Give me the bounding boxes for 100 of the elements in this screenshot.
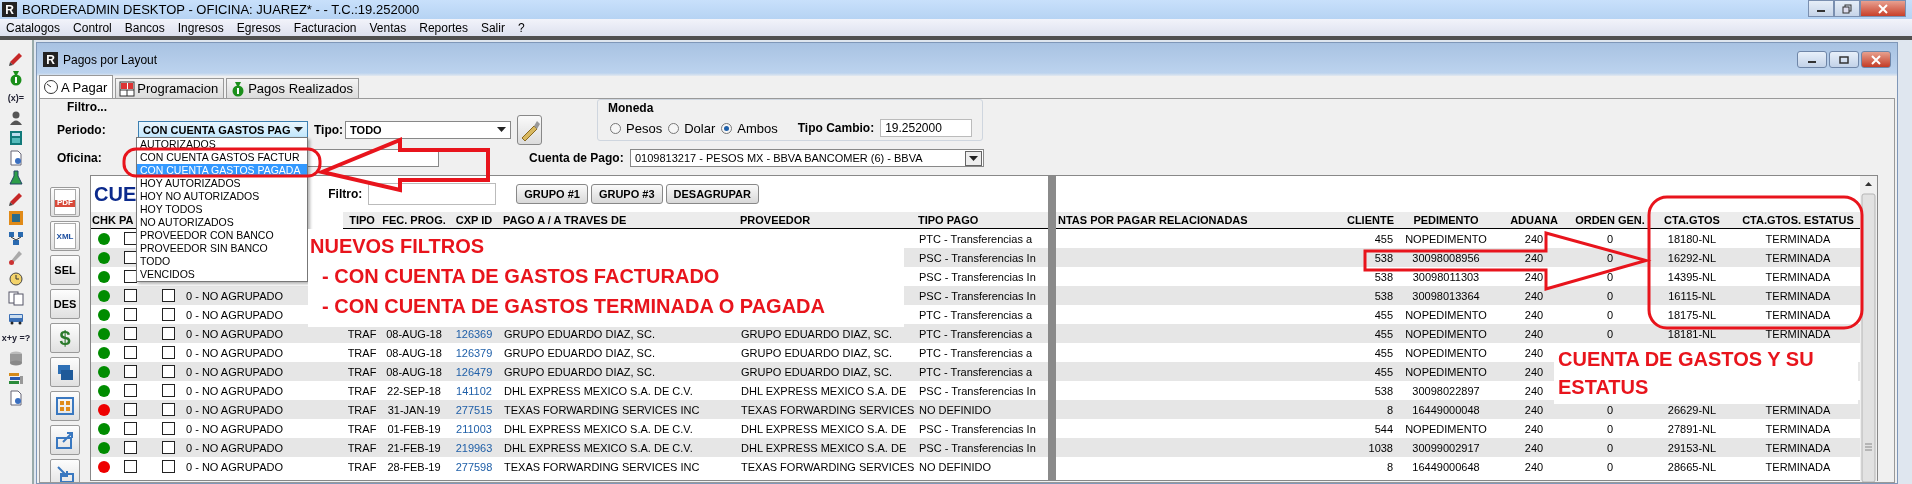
table-cell: TERMINADA xyxy=(1765,232,1831,245)
table-cell: TERMINADA xyxy=(1765,270,1831,283)
table-cell: 455 xyxy=(1374,232,1393,245)
table-cell: 18181-NL xyxy=(1667,327,1717,340)
table-cell: 240 xyxy=(1524,460,1544,473)
table-cell: 538 xyxy=(1374,384,1393,397)
table-cell: 0 - NO AGRUPADO xyxy=(186,289,283,302)
table-cell: TEXAS FORWARDING SERVICES xyxy=(741,460,915,473)
table-cell: NOPEDIMENTO xyxy=(1405,346,1487,359)
table-cell: PTC - Transferencias a xyxy=(919,346,1033,359)
table-cell: 0 - NO AGRUPADO xyxy=(186,422,283,435)
table-cell: 240 xyxy=(1524,346,1544,359)
table-cell: 30098011303 xyxy=(1412,270,1480,283)
table-cell: PSC - Transferencias In xyxy=(919,441,1036,454)
table-cell: 0 xyxy=(1606,422,1614,435)
table-cell: 18175-NL xyxy=(1667,308,1717,321)
table-cell: 08-AUG-18 xyxy=(386,365,442,378)
table-cell: NOPEDIMENTO xyxy=(1405,308,1487,321)
table-cell: 0 xyxy=(1606,308,1614,321)
table-cell: GRUPO EDUARDO DIAZ, SC. xyxy=(741,346,892,359)
column-header: ORDEN GEN. xyxy=(1572,212,1648,229)
table-cell: NOPEDIMENTO xyxy=(1405,232,1487,245)
table-cell: TERMINADA xyxy=(1765,460,1831,473)
table-cell: 240 xyxy=(1524,327,1544,340)
table-cell: 01-FEB-19 xyxy=(387,422,441,435)
field-label: Filtro: xyxy=(328,187,363,201)
table-cell: TERMINADA xyxy=(1765,441,1831,454)
table-cell: PSC - Transferencias In xyxy=(919,384,1036,397)
callout-text: - CON CUENTA DE GASTOS FACTURADO xyxy=(321,264,721,289)
table-cell: NOPEDIMENTO xyxy=(1405,422,1487,435)
table-cell: 22-SEP-18 xyxy=(387,384,441,397)
table-cell: 0 xyxy=(1606,441,1614,454)
table-cell: TRAF xyxy=(347,346,377,359)
table-cell: 240 xyxy=(1524,251,1544,264)
column-header: PAGO A / A TRAVES DE xyxy=(501,212,738,229)
column-header: TIPO xyxy=(343,212,381,229)
table-cell: 0 xyxy=(1606,460,1614,473)
column-header: CHK xyxy=(91,212,117,229)
table-cell: 31-JAN-19 xyxy=(387,403,441,416)
table-cell: NOPEDIMENTO xyxy=(1405,327,1487,340)
column-header: CLIENTE xyxy=(1296,212,1396,229)
table-cell: 28665-NL xyxy=(1667,460,1717,473)
table-cell: TEXAS FORWARDING SERVICES xyxy=(741,403,915,416)
table-cell: 240 xyxy=(1524,384,1544,397)
table-cell: GRUPO EDUARDO DIAZ, SC. xyxy=(741,365,892,378)
radio-label: Dolar xyxy=(684,120,716,136)
table-cell: NOPEDIMENTO xyxy=(1405,365,1487,378)
table-cell: TERMINADA xyxy=(1765,251,1831,264)
table-cell: 16449000048 xyxy=(1412,403,1480,416)
table-cell: 30098022897 xyxy=(1412,384,1480,397)
column-header: CTA.GTOS xyxy=(1648,212,1736,229)
table-cell: 240 xyxy=(1524,422,1544,435)
radio-label: Pesos xyxy=(626,120,663,136)
table-cell: PSC - Transferencias In xyxy=(919,270,1036,283)
column-header: PROVEEDOR xyxy=(738,212,916,229)
table-cell: 0 - NO AGRUPADO xyxy=(186,460,283,473)
table-cell: 27891-NL xyxy=(1667,422,1717,435)
table-cell: GRUPO EDUARDO DIAZ, SC. xyxy=(741,327,892,340)
table-cell: 16115-NL xyxy=(1668,289,1716,302)
table-cell: 538 xyxy=(1374,289,1393,302)
table-cell: DHL EXPRESS MEXICO S.A. DE C.V. xyxy=(504,422,693,435)
group-legend: Moneda xyxy=(598,100,973,117)
app-logo: R xyxy=(43,52,58,67)
table-cell: 0 xyxy=(1606,270,1614,283)
table-cell: PTC - Transferencias a xyxy=(919,308,1033,321)
table-cell: 8 xyxy=(1386,460,1393,473)
table-cell: 455 xyxy=(1374,346,1393,359)
table-cell: 0 - NO AGRUPADO xyxy=(186,384,283,397)
table-cell: TRAF xyxy=(347,384,377,397)
field-label: Periodo: xyxy=(57,122,107,137)
table-cell: TRAF xyxy=(347,365,377,378)
table-cell: TERMINADA xyxy=(1765,327,1831,340)
table-cell: TEXAS FORWARDING SERVICES INC xyxy=(504,403,700,416)
table-cell: DHL EXPRESS MEXICO S.A. DE xyxy=(741,384,907,397)
table-cell: 240 xyxy=(1524,289,1544,302)
table-cell: TERMINADA xyxy=(1765,308,1831,321)
table-cell: DHL EXPRESS MEXICO S.A. DE xyxy=(741,422,907,435)
table-cell: 240 xyxy=(1524,403,1544,416)
table-cell: TRAF xyxy=(347,441,377,454)
table-cell: PSC - Transferencias In xyxy=(919,289,1036,302)
table-cell: 1038 xyxy=(1368,441,1393,454)
table-cell: 28-FEB-19 xyxy=(387,460,441,473)
group-legend: Filtro... xyxy=(57,99,542,116)
column-header: CTA.GTOS. ESTATUS xyxy=(1736,212,1860,229)
table-cell: 0 xyxy=(1606,289,1614,302)
table-cell: 0 - NO AGRUPADO xyxy=(186,403,283,416)
table-cell: PTC - Transferencias a xyxy=(919,232,1033,245)
table-cell: 240 xyxy=(1524,365,1544,378)
table-cell: PSC - Transferencias In xyxy=(919,251,1036,264)
field-label: Tipo Cambio: xyxy=(797,121,875,135)
table-cell: 538 xyxy=(1374,270,1393,283)
table-cell: PTC - Transferencias a xyxy=(919,365,1033,378)
table-cell: GRUPO EDUARDO DIAZ, SC. xyxy=(504,365,655,378)
table-cell: 30099002917 xyxy=(1412,441,1480,454)
table-cell: 538 xyxy=(1374,251,1393,264)
table-cell: 29153-NL xyxy=(1667,441,1717,454)
callout-text: CUENTA DE GASTOS Y SU ESTATUS xyxy=(1558,347,1815,400)
table-cell: 14395-NL xyxy=(1667,270,1717,283)
table-cell: TERMINADA xyxy=(1765,422,1831,435)
table-cell: 0 - NO AGRUPADO xyxy=(186,327,283,340)
